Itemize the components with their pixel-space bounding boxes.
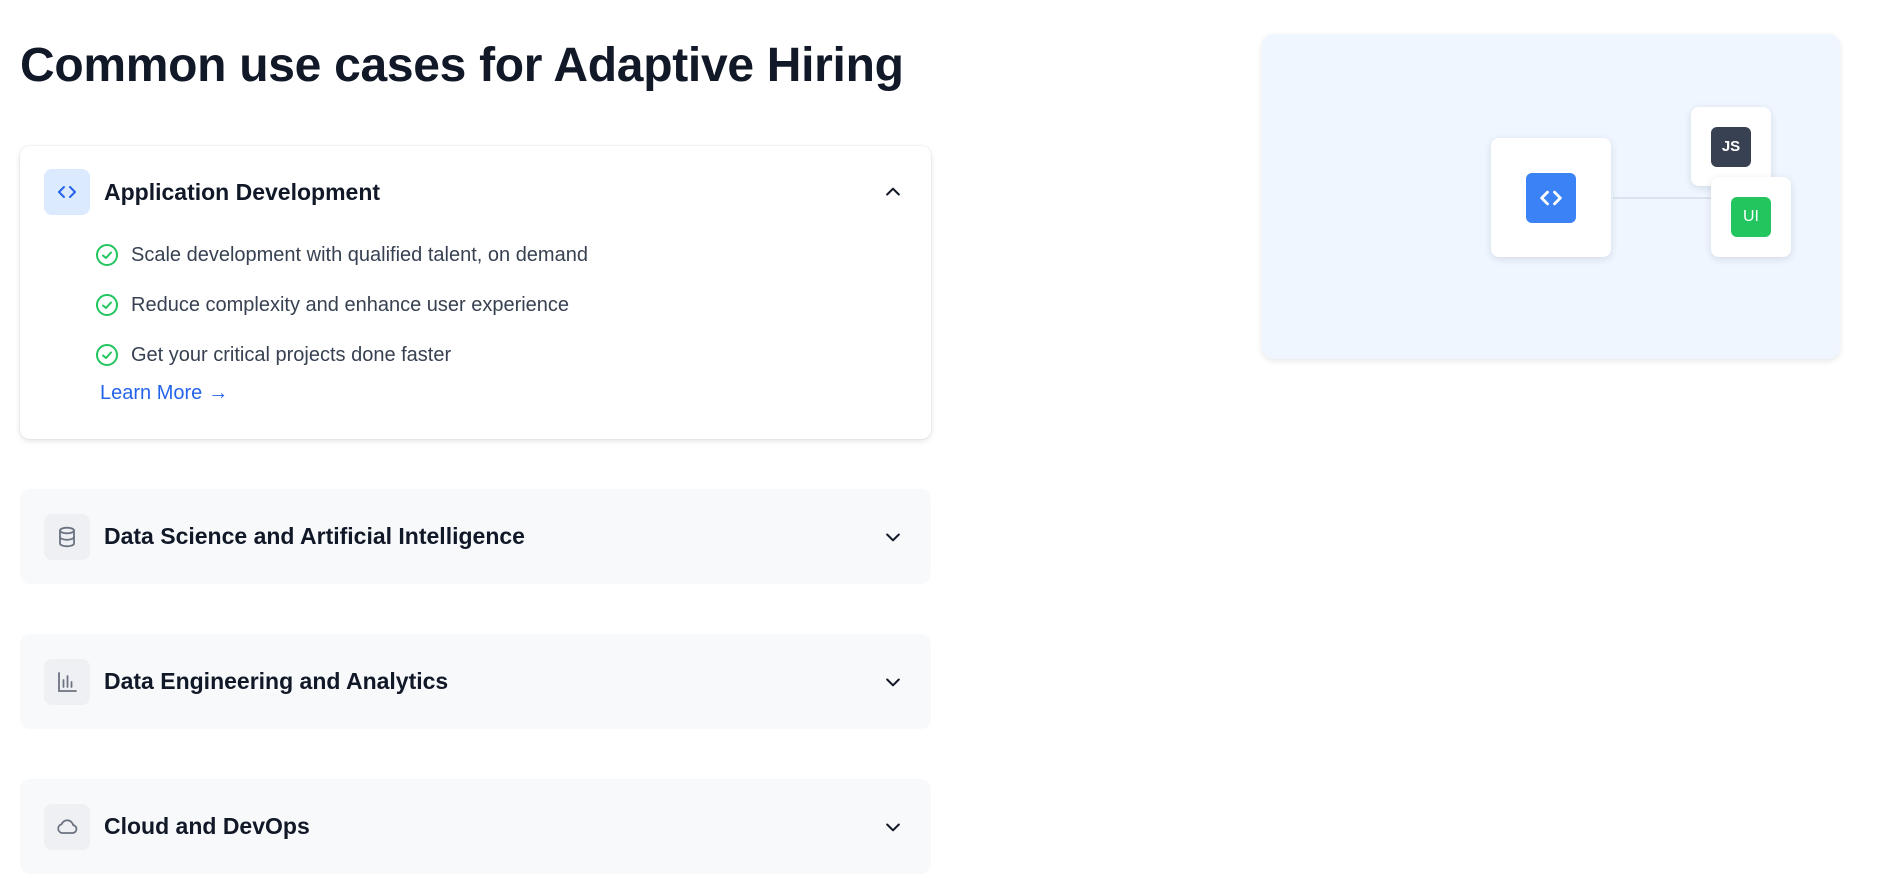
accordion-header-data-science[interactable]: Data Science and Artificial Intelligence (44, 489, 907, 584)
learn-more-link[interactable]: Learn More → (100, 382, 228, 405)
arrow-right-icon: → (208, 382, 229, 404)
js-tile: JS (1691, 107, 1771, 186)
accordion-title: Data Science and Artificial Intelligence (104, 523, 525, 549)
accordion-header-data-engineering[interactable]: Data Engineering and Analytics (44, 634, 907, 729)
ui-tile: UI (1711, 177, 1791, 257)
check-circle-icon (96, 344, 118, 366)
accordion-item-data-engineering: Data Engineering and Analytics (20, 634, 931, 729)
chevron-down-icon[interactable] (879, 668, 907, 696)
ui-badge: UI (1731, 197, 1771, 237)
accordion-title: Application Development (104, 178, 381, 205)
list-item: Reduce complexity and enhance user exper… (95, 280, 588, 330)
accordion-title: Cloud and DevOps (104, 813, 310, 839)
accordion-item-data-science: Data Science and Artificial Intelligence (20, 489, 931, 584)
learn-more-label: Learn More (100, 382, 203, 404)
page-title: Common use cases for Adaptive Hiring (20, 39, 904, 92)
benefit-text: Scale development with qualified talent,… (131, 243, 588, 266)
cloud-icon (44, 803, 90, 850)
code-icon (1526, 172, 1576, 223)
js-badge: JS (1711, 126, 1751, 167)
accordion-item-application-development: Application Development Scale developmen… (20, 146, 931, 439)
chevron-down-icon[interactable] (879, 813, 907, 841)
illustration-panel: JS UI (1262, 34, 1840, 359)
check-circle-icon (96, 294, 118, 316)
accordion-header-application-development[interactable]: Application Development (44, 146, 907, 238)
benefit-text: Get your critical projects done faster (131, 343, 452, 366)
code-tile (1491, 138, 1611, 257)
bar-chart-icon (44, 658, 90, 705)
accordion-title: Data Engineering and Analytics (104, 668, 449, 694)
benefit-list: Scale development with qualified talent,… (95, 230, 588, 380)
list-item: Get your critical projects done faster (95, 330, 588, 380)
connector-line (1613, 197, 1723, 199)
benefit-text: Reduce complexity and enhance user exper… (131, 293, 570, 316)
accordion-header-cloud-devops[interactable]: Cloud and DevOps (44, 779, 907, 874)
list-item: Scale development with qualified talent,… (95, 230, 588, 280)
check-circle-icon (96, 244, 118, 266)
database-icon (44, 513, 90, 560)
accordion-item-cloud-devops: Cloud and DevOps (20, 779, 931, 874)
chevron-down-icon[interactable] (879, 523, 907, 551)
code-icon (44, 169, 90, 215)
chevron-up-icon[interactable] (879, 178, 907, 206)
